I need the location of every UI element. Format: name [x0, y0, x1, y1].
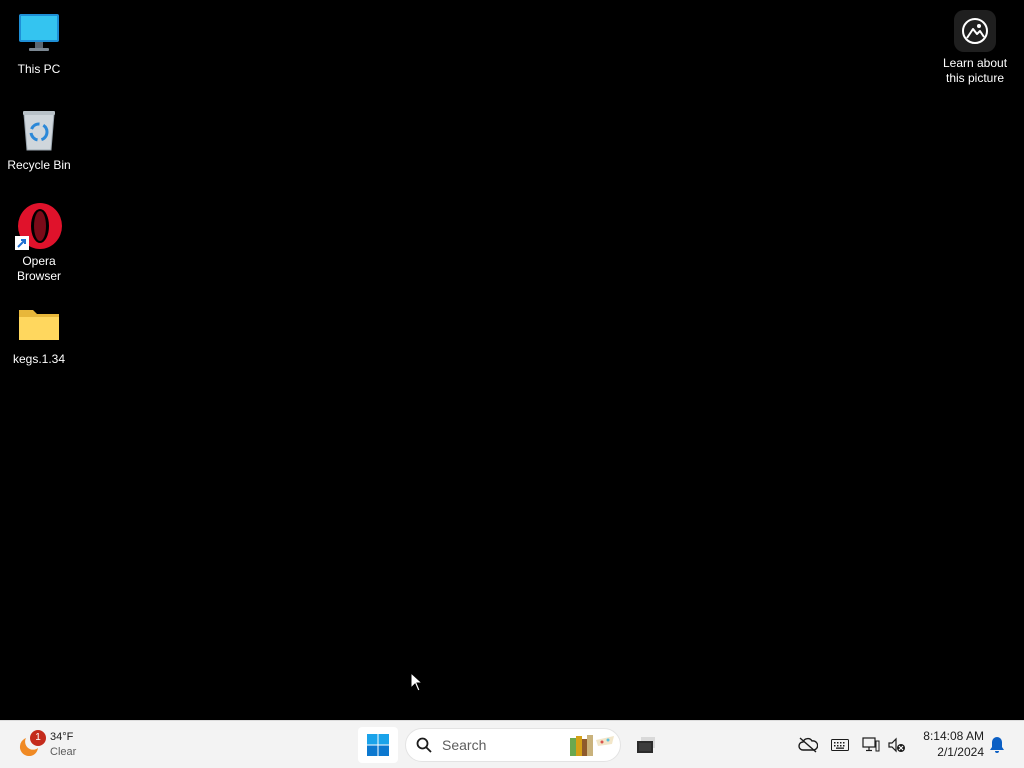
taskbar-app-button[interactable]: [630, 727, 662, 763]
weather-temperature: 34°F: [50, 731, 74, 743]
clock-time: 8:14:08 AM: [923, 729, 984, 743]
desktop-icon-label: Opera Browser: [16, 254, 61, 283]
search-placeholder: Search: [442, 737, 487, 753]
search-icon: [416, 737, 432, 753]
volume-muted-icon[interactable]: [887, 735, 907, 755]
desktop-icon-this-pc[interactable]: This PC: [1, 10, 77, 77]
system-clock[interactable]: 8:14:08 AM 2/1/2024: [914, 728, 984, 760]
desktop-icon-label: Recycle Bin: [7, 158, 71, 172]
onedrive-offline-icon[interactable]: [798, 735, 818, 755]
desktop-icon-kegs-folder[interactable]: kegs.1.34: [1, 300, 77, 367]
this-pc-icon: [15, 10, 63, 58]
desktop-icon-label: This PC: [17, 62, 61, 76]
spotlight-icon: [954, 10, 996, 52]
windows-start-icon: [367, 734, 389, 756]
weather-alert-badge: 1: [30, 730, 46, 746]
clock-date: 2/1/2024: [937, 745, 984, 759]
desktop-icon-recycle-bin[interactable]: Recycle Bin: [1, 106, 77, 173]
desktop-icon-opera-browser[interactable]: Opera Browser: [1, 202, 77, 284]
weather-condition: Clear: [50, 746, 77, 758]
recycle-bin-icon: [15, 106, 63, 154]
taskbar-search-box[interactable]: Search: [405, 728, 621, 762]
search-highlight-icon: [568, 732, 616, 758]
bell-icon[interactable]: [987, 735, 1007, 755]
learn-about-picture[interactable]: Learn about this picture: [934, 10, 1016, 86]
window-app-icon: [637, 737, 655, 753]
start-button[interactable]: [358, 727, 398, 763]
keyboard-icon[interactable]: [830, 735, 850, 755]
opera-browser-icon: [15, 202, 63, 250]
desktop-icon-label: kegs.1.34: [12, 352, 66, 366]
mouse-cursor-icon: [410, 671, 424, 692]
learn-about-picture-label: Learn about this picture: [942, 56, 1008, 85]
folder-icon: [15, 300, 63, 348]
weather-icon: 1: [16, 730, 46, 758]
taskbar: 1 34°F Clear Search 8:14:08 AM 2/1/2024: [0, 720, 1024, 768]
network-icon[interactable]: [861, 735, 881, 755]
weather-widget[interactable]: 1 34°F Clear: [16, 727, 76, 763]
